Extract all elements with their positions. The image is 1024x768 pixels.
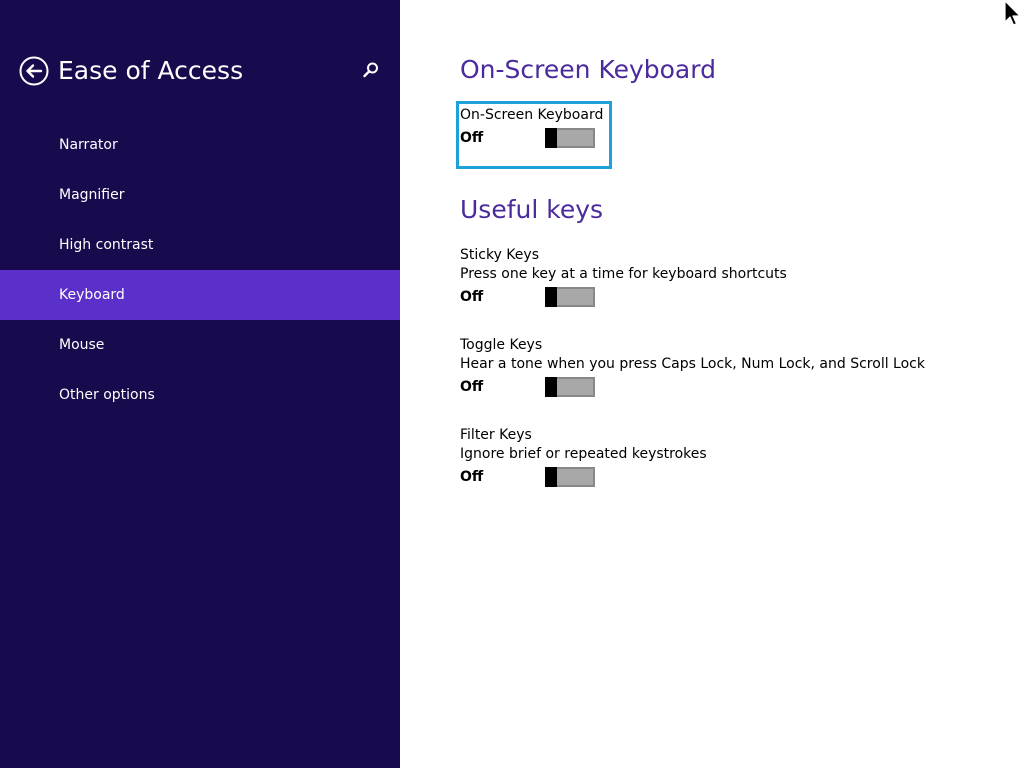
sidebar-item-narrator[interactable]: Narrator — [0, 120, 400, 170]
toggle-state-label: Off — [460, 130, 484, 146]
on-screen-keyboard-toggle[interactable] — [545, 128, 595, 148]
sidebar-item-high-contrast[interactable]: High contrast — [0, 220, 400, 270]
toggle-knob — [545, 287, 557, 307]
toggle-knob — [545, 467, 557, 487]
setting-on-screen-keyboard: On-Screen Keyboard Off — [460, 106, 940, 150]
mouse-cursor-icon — [1004, 0, 1021, 26]
section-title-useful-keys: Useful keys — [460, 195, 604, 224]
toggle-knob — [545, 377, 557, 397]
setting-toggle-keys: Toggle Keys Hear a tone when you press C… — [460, 336, 940, 399]
sidebar-nav: Narrator Magnifier High contrast Keyboar… — [0, 120, 400, 420]
section-title-on-screen-keyboard: On-Screen Keyboard — [460, 55, 716, 84]
setting-name: Toggle Keys — [460, 337, 543, 353]
setting-name: Sticky Keys — [460, 247, 539, 263]
page-title: Ease of Access — [58, 56, 244, 85]
filter-keys-toggle[interactable] — [545, 467, 595, 487]
sidebar: Ease of Access Narrator Magnifier High c… — [0, 0, 400, 768]
sidebar-item-magnifier[interactable]: Magnifier — [0, 170, 400, 220]
toggle-state-label: Off — [460, 289, 484, 305]
back-button[interactable] — [19, 56, 49, 86]
toggle-row: Off — [460, 287, 940, 309]
toggle-keys-toggle[interactable] — [545, 377, 595, 397]
sticky-keys-toggle[interactable] — [545, 287, 595, 307]
setting-description: Ignore brief or repeated keystrokes — [460, 446, 707, 462]
search-button[interactable] — [361, 60, 381, 80]
toggle-row: Off — [460, 128, 940, 150]
pc-settings-window: Ease of Access Narrator Magnifier High c… — [0, 0, 1024, 768]
toggle-knob — [545, 128, 557, 148]
setting-filter-keys: Filter Keys Ignore brief or repeated key… — [460, 426, 940, 489]
setting-description: Hear a tone when you press Caps Lock, Nu… — [460, 356, 925, 372]
setting-sticky-keys: Sticky Keys Press one key at a time for … — [460, 246, 940, 309]
search-icon — [363, 62, 378, 78]
setting-name: On-Screen Keyboard — [460, 107, 604, 123]
toggle-row: Off — [460, 467, 940, 489]
back-arrow-icon — [19, 56, 49, 86]
sidebar-item-mouse[interactable]: Mouse — [0, 320, 400, 370]
main-content: On-Screen Keyboard On-Screen Keyboard Of… — [400, 0, 1024, 768]
sidebar-header: Ease of Access — [19, 54, 389, 88]
toggle-row: Off — [460, 377, 940, 399]
toggle-state-label: Off — [460, 379, 484, 395]
sidebar-item-other-options[interactable]: Other options — [0, 370, 400, 420]
toggle-state-label: Off — [460, 469, 484, 485]
setting-name: Filter Keys — [460, 427, 532, 443]
sidebar-item-keyboard[interactable]: Keyboard — [0, 270, 400, 320]
setting-description: Press one key at a time for keyboard sho… — [460, 266, 787, 282]
